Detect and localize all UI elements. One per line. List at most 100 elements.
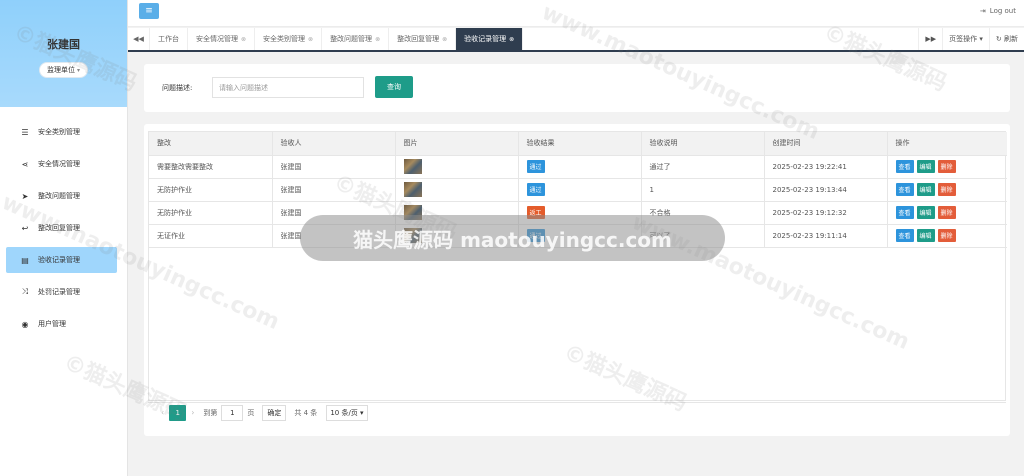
logout-button[interactable]: ⇥ Log out bbox=[980, 7, 1016, 15]
created-time: 2025-02-23 19:13:44 bbox=[772, 185, 847, 194]
page-unit-label: 页 bbox=[247, 408, 255, 417]
cell-created: 2025-02-23 19:13:44 bbox=[764, 178, 888, 202]
menu-toggle-button[interactable]: ≡ bbox=[139, 3, 159, 19]
edit-button[interactable]: 编辑 bbox=[916, 229, 935, 242]
page-number-input[interactable] bbox=[221, 404, 244, 421]
cell-acceptor: 张建国 bbox=[272, 201, 396, 225]
delete-button[interactable]: 删除 bbox=[937, 229, 956, 242]
edit-button[interactable]: 编辑 bbox=[916, 206, 935, 219]
tab-scroll-right-button[interactable]: ▶▶ bbox=[918, 28, 942, 50]
note-text: 不合格 bbox=[649, 208, 671, 217]
sidebar-menu: ☰ 安全类别管理 ⋖ 安全情况管理 ➤ 整改问题管理 ↩ 整改回复管理 ▤ 验收记录管理 ⤨ 处罚记录… bbox=[0, 119, 127, 337]
sidebar-item-7[interactable]: ◉ 用户管理 bbox=[6, 311, 117, 337]
column-header: 验收说明 bbox=[641, 132, 765, 156]
refresh-icon: ↻ bbox=[995, 35, 1004, 43]
view-button[interactable]: 查看 bbox=[895, 160, 914, 173]
next-page-icon[interactable]: › bbox=[191, 408, 194, 417]
cell-actions: 查看 编辑 删除 bbox=[887, 224, 1007, 248]
acceptor-name: 张建国 bbox=[280, 208, 302, 217]
note-text: 通过了 bbox=[649, 162, 671, 171]
sidebar-item-5[interactable]: ▤ 验收记录管理 bbox=[6, 247, 117, 273]
chevron-down-icon: ▾ bbox=[357, 408, 364, 417]
cell-actions: 查看 编辑 删除 bbox=[887, 155, 1007, 179]
view-button[interactable]: 查看 bbox=[895, 229, 914, 242]
tab-bar-actions: ▶▶ 页签操作 ▾ ↻ 刷新 bbox=[918, 28, 1024, 50]
tab-scroll-left-button[interactable]: ◀◀ bbox=[128, 28, 150, 50]
table-row: 无防护作业 张建国 通过 1 2025-02-23 19:13:44 查看 编辑 删除 bbox=[149, 178, 1007, 202]
photo-thumbnail[interactable] bbox=[403, 205, 422, 220]
confirm-page-button[interactable]: 确定 bbox=[262, 404, 287, 421]
user-role-label: 监理单位 bbox=[46, 66, 75, 74]
close-icon[interactable]: ⊗ bbox=[241, 36, 246, 43]
cell-created: 2025-02-23 19:22:41 bbox=[764, 155, 888, 179]
photo-thumbnail[interactable] bbox=[403, 159, 422, 174]
tab-4[interactable]: 整改问题管理 ⊗ bbox=[322, 28, 390, 50]
sidebar-item-label: 处罚记录管理 bbox=[38, 288, 80, 296]
search-label: 问题描述: bbox=[162, 84, 193, 92]
cell-result: 通过 bbox=[518, 224, 642, 248]
prev-page-icon[interactable]: ‹ bbox=[161, 408, 164, 417]
view-button[interactable]: 查看 bbox=[895, 183, 914, 196]
query-button[interactable]: 查询 bbox=[375, 76, 413, 98]
sidebar-item-label: 整改回复管理 bbox=[38, 224, 80, 232]
cell-rectification: 需要整改需要整改 bbox=[149, 155, 273, 179]
table-row: 无防护作业 张建国 返工 不合格 2025-02-23 19:12:32 查看 编辑 删除 bbox=[149, 201, 1007, 225]
shuffle-icon: ⤨ bbox=[21, 287, 29, 296]
cell-acceptor: 张建国 bbox=[272, 224, 396, 248]
cell-created: 2025-02-23 19:11:14 bbox=[764, 224, 888, 248]
tab-3[interactable]: 安全类别管理 ⊗ bbox=[255, 28, 323, 50]
close-icon[interactable]: ⊗ bbox=[442, 36, 447, 43]
pagination: ‹ 1 › 到第 页 确定 共 4 条 10 条/页 ▾ bbox=[148, 402, 1006, 422]
delete-button[interactable]: 删除 bbox=[937, 206, 956, 219]
sidebar-item-label: 用户管理 bbox=[38, 320, 66, 328]
note-text: 可以了 bbox=[649, 231, 671, 240]
tab-1[interactable]: 工作台 bbox=[150, 28, 188, 50]
cell-result: 通过 bbox=[518, 178, 642, 202]
tab-2[interactable]: 安全情况管理 ⊗ bbox=[188, 28, 256, 50]
sidebar-item-label: 整改问题管理 bbox=[38, 192, 80, 200]
acceptor-name: 张建国 bbox=[280, 185, 302, 194]
table-panel: 整改 验收人 图片 验收结果 验收说明 创建时间 操作 需要整改需要整改 张建国 通过 通过了 20… bbox=[144, 124, 1010, 436]
page-ops-label: 页签操作 bbox=[949, 35, 978, 43]
refresh-button[interactable]: ↻ 刷新 bbox=[988, 28, 1024, 50]
close-icon[interactable]: ⊗ bbox=[375, 36, 380, 43]
search-input[interactable] bbox=[212, 77, 364, 98]
edit-button[interactable]: 编辑 bbox=[916, 183, 935, 196]
page-ops-dropdown[interactable]: 页签操作 ▾ bbox=[942, 28, 989, 50]
total-count: 共 4 条 bbox=[294, 408, 318, 417]
sidebar-item-3[interactable]: ➤ 整改问题管理 bbox=[6, 183, 117, 209]
search-panel: 问题描述: 查询 bbox=[144, 64, 1010, 112]
cell-image bbox=[395, 155, 519, 179]
photo-thumbnail[interactable] bbox=[403, 228, 422, 243]
double-chevron-left-icon: ◀◀ bbox=[133, 35, 144, 43]
cell-rectification: 无防护作业 bbox=[149, 201, 273, 225]
page-size-label: 10 条/页 bbox=[330, 408, 358, 417]
rectification-text: 无防护作业 bbox=[157, 185, 192, 194]
page-button-current[interactable]: 1 bbox=[169, 404, 187, 421]
tab-label: 工作台 bbox=[158, 35, 179, 43]
view-button[interactable]: 查看 bbox=[895, 206, 914, 219]
acceptor-name: 张建国 bbox=[280, 231, 302, 240]
photo-thumbnail[interactable] bbox=[403, 182, 422, 197]
user-name: 张建国 bbox=[47, 38, 80, 51]
page-size-select[interactable]: 10 条/页 ▾ bbox=[326, 404, 368, 421]
sidebar-item-6[interactable]: ⤨ 处罚记录管理 bbox=[6, 279, 117, 305]
edit-button[interactable]: 编辑 bbox=[916, 160, 935, 173]
created-time: 2025-02-23 19:22:41 bbox=[772, 162, 847, 171]
tab-5[interactable]: 整改回复管理 ⊗ bbox=[389, 28, 457, 50]
close-icon[interactable]: ⊗ bbox=[308, 36, 313, 43]
user-role-dropdown[interactable]: 监理单位 ▾ bbox=[38, 62, 88, 78]
sidebar-item-1[interactable]: ☰ 安全类别管理 bbox=[6, 119, 117, 145]
delete-button[interactable]: 删除 bbox=[937, 160, 956, 173]
sidebar-item-2[interactable]: ⋖ 安全情况管理 bbox=[6, 151, 117, 177]
column-header: 整改 bbox=[149, 132, 273, 156]
table-row: 无证作业 张建国 通过 可以了 2025-02-23 19:11:14 查看 编辑 删除 bbox=[149, 224, 1007, 248]
delete-button[interactable]: 删除 bbox=[937, 183, 956, 196]
result-badge: 通过 bbox=[526, 229, 545, 242]
send-icon: ➤ bbox=[21, 191, 29, 201]
cell-note: 通过了 bbox=[641, 155, 765, 179]
tab-6[interactable]: 验收记录管理 ⊗ bbox=[456, 28, 524, 50]
close-icon[interactable]: ⊗ bbox=[509, 36, 514, 43]
sidebar-item-4[interactable]: ↩ 整改回复管理 bbox=[6, 215, 117, 241]
share-icon: ⋖ bbox=[21, 159, 29, 169]
